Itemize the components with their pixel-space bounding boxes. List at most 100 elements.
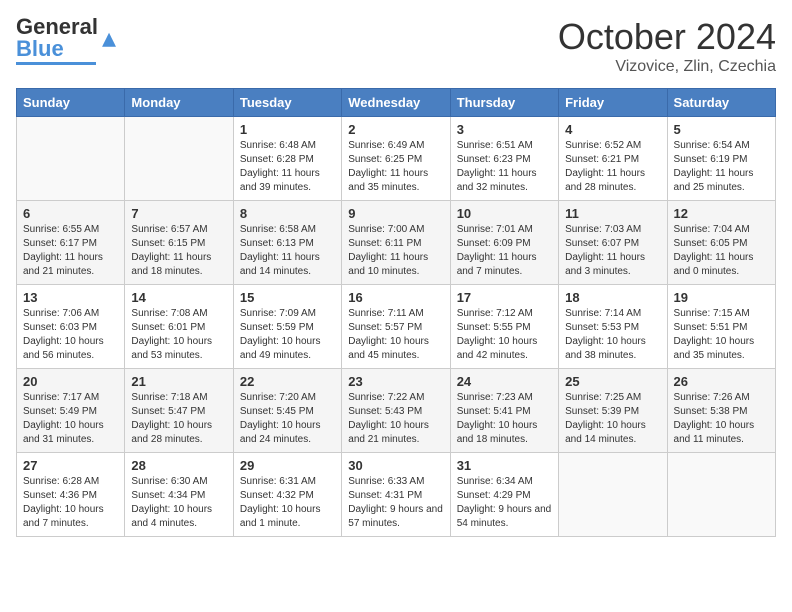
day-number: 18	[565, 290, 660, 305]
day-number: 2	[348, 122, 443, 137]
day-number: 11	[565, 206, 660, 221]
calendar-cell: 19Sunrise: 7:15 AMSunset: 5:51 PMDayligh…	[667, 285, 775, 369]
calendar-cell: 8 Sunrise: 6:58 AMSunset: 6:13 PMDaylight…	[233, 201, 341, 285]
day-number: 1	[240, 122, 335, 137]
day-info: Sunrise: 7:26 AMSunset: 5:38 PMDaylight:…	[674, 391, 769, 447]
calendar-cell: 18 Sunrise: 7:14 AMSunset: 5:53 PMDayligh…	[559, 285, 667, 369]
day-number: 16	[348, 290, 443, 305]
day-info: Sunrise: 6:33 AMSunset: 4:31 PMDaylight:…	[348, 475, 443, 531]
day-info: Sunrise: 7:08 AMSunset: 6:01 PMDaylight:…	[131, 307, 226, 363]
title-area: October 2024 Vizovice, Zlin, Czechia	[558, 16, 776, 76]
logo-underline	[16, 62, 96, 65]
day-info: Sunrise: 6:55 AMSunset: 6:17 PMDaylight:…	[23, 223, 118, 279]
calendar-cell: 29 Sunrise: 6:31 AMSunset: 4:32 PMDayligh…	[233, 453, 341, 537]
calendar-cell: 4 Sunrise: 6:52 AMSunset: 6:21 PMDaylight…	[559, 117, 667, 201]
day-number: 28	[131, 458, 226, 473]
col-saturday: Saturday	[667, 89, 775, 117]
day-number: 8	[240, 206, 335, 221]
day-info: Sunrise: 7:23 AMSunset: 5:41 PMDaylight:…	[457, 391, 552, 447]
calendar-cell	[667, 453, 775, 537]
day-number: 9	[348, 206, 443, 221]
day-info: Sunrise: 7:01 AMSunset: 6:09 PMDaylight:…	[457, 223, 552, 279]
day-info: Sunrise: 7:06 AMSunset: 6:03 PMDaylight:…	[23, 307, 118, 363]
calendar-title: October 2024	[558, 16, 776, 58]
calendar-cell: 7Sunrise: 6:57 AMSunset: 6:15 PMDaylight…	[125, 201, 233, 285]
day-number: 14	[131, 290, 226, 305]
day-info: Sunrise: 6:48 AMSunset: 6:28 PMDaylight:…	[240, 139, 335, 195]
day-number: 17	[457, 290, 552, 305]
calendar-cell	[559, 453, 667, 537]
col-monday: Monday	[125, 89, 233, 117]
day-info: Sunrise: 7:14 AMSunset: 5:53 PMDaylight:…	[565, 307, 660, 363]
day-info: Sunrise: 6:31 AMSunset: 4:32 PMDaylight:…	[240, 475, 335, 531]
day-info: Sunrise: 7:04 AMSunset: 6:05 PMDaylight:…	[674, 223, 769, 279]
day-number: 27	[23, 458, 118, 473]
calendar-cell: 30Sunrise: 6:33 AMSunset: 4:31 PMDayligh…	[342, 453, 450, 537]
calendar-cell: 17 Sunrise: 7:12 AMSunset: 5:55 PMDayligh…	[450, 285, 558, 369]
calendar-cell: 11 Sunrise: 7:03 AMSunset: 6:07 PMDayligh…	[559, 201, 667, 285]
calendar-cell: 15 Sunrise: 7:09 AMSunset: 5:59 PMDayligh…	[233, 285, 341, 369]
day-info: Sunrise: 7:03 AMSunset: 6:07 PMDaylight:…	[565, 223, 660, 279]
calendar-cell: 20Sunrise: 7:17 AMSunset: 5:49 PMDayligh…	[17, 369, 125, 453]
day-info: Sunrise: 6:30 AMSunset: 4:34 PMDaylight:…	[131, 475, 226, 531]
calendar-cell: 13Sunrise: 7:06 AMSunset: 6:03 PMDayligh…	[17, 285, 125, 369]
calendar-cell	[17, 117, 125, 201]
day-number: 31	[457, 458, 552, 473]
day-number: 29	[240, 458, 335, 473]
day-info: Sunrise: 6:28 AMSunset: 4:36 PMDaylight:…	[23, 475, 118, 531]
col-wednesday: Wednesday	[342, 89, 450, 117]
calendar-cell: 31 Sunrise: 6:34 AMSunset: 4:29 PMDayligh…	[450, 453, 558, 537]
calendar-cell	[125, 117, 233, 201]
col-sunday: Sunday	[17, 89, 125, 117]
calendar-cell: 28 Sunrise: 6:30 AMSunset: 4:34 PMDayligh…	[125, 453, 233, 537]
calendar-cell: 1 Sunrise: 6:48 AMSunset: 6:28 PMDaylight…	[233, 117, 341, 201]
day-number: 3	[457, 122, 552, 137]
day-info: Sunrise: 7:18 AMSunset: 5:47 PMDaylight:…	[131, 391, 226, 447]
day-info: Sunrise: 7:09 AMSunset: 5:59 PMDaylight:…	[240, 307, 335, 363]
calendar-cell: 22 Sunrise: 7:20 AMSunset: 5:45 PMDayligh…	[233, 369, 341, 453]
calendar-cell: 5Sunrise: 6:54 AMSunset: 6:19 PMDaylight…	[667, 117, 775, 201]
calendar-cell: 24 Sunrise: 7:23 AMSunset: 5:41 PMDayligh…	[450, 369, 558, 453]
calendar-cell: 21Sunrise: 7:18 AMSunset: 5:47 PMDayligh…	[125, 369, 233, 453]
day-info: Sunrise: 7:20 AMSunset: 5:45 PMDaylight:…	[240, 391, 335, 447]
calendar-cell: 14 Sunrise: 7:08 AMSunset: 6:01 PMDayligh…	[125, 285, 233, 369]
calendar-subtitle: Vizovice, Zlin, Czechia	[558, 58, 776, 76]
day-number: 5	[674, 122, 769, 137]
page-header: General Blue ▴ October 2024 Vizovice, Zl…	[16, 16, 776, 76]
calendar-week-1: 1 Sunrise: 6:48 AMSunset: 6:28 PMDaylight…	[17, 117, 776, 201]
day-info: Sunrise: 6:58 AMSunset: 6:13 PMDaylight:…	[240, 223, 335, 279]
col-tuesday: Tuesday	[233, 89, 341, 117]
day-number: 22	[240, 374, 335, 389]
day-info: Sunrise: 7:25 AMSunset: 5:39 PMDaylight:…	[565, 391, 660, 447]
day-info: Sunrise: 7:22 AMSunset: 5:43 PMDaylight:…	[348, 391, 443, 447]
calendar-week-2: 6Sunrise: 6:55 AMSunset: 6:17 PMDaylight…	[17, 201, 776, 285]
day-info: Sunrise: 7:15 AMSunset: 5:51 PMDaylight:…	[674, 307, 769, 363]
day-info: Sunrise: 6:52 AMSunset: 6:21 PMDaylight:…	[565, 139, 660, 195]
day-info: Sunrise: 7:11 AMSunset: 5:57 PMDaylight:…	[348, 307, 443, 363]
col-thursday: Thursday	[450, 89, 558, 117]
calendar-table: Sunday Monday Tuesday Wednesday Thursday…	[16, 88, 776, 537]
calendar-cell: 2 Sunrise: 6:49 AMSunset: 6:25 PMDaylight…	[342, 117, 450, 201]
day-info: Sunrise: 6:49 AMSunset: 6:25 PMDaylight:…	[348, 139, 443, 195]
logo-bird-icon: ▴	[102, 24, 116, 52]
day-number: 25	[565, 374, 660, 389]
logo-blue: Blue	[16, 38, 98, 60]
day-number: 4	[565, 122, 660, 137]
calendar-cell: 6Sunrise: 6:55 AMSunset: 6:17 PMDaylight…	[17, 201, 125, 285]
day-info: Sunrise: 7:12 AMSunset: 5:55 PMDaylight:…	[457, 307, 552, 363]
calendar-cell: 23Sunrise: 7:22 AMSunset: 5:43 PMDayligh…	[342, 369, 450, 453]
header-row: Sunday Monday Tuesday Wednesday Thursday…	[17, 89, 776, 117]
calendar-cell: 26 Sunrise: 7:26 AMSunset: 5:38 PMDayligh…	[667, 369, 775, 453]
day-info: Sunrise: 6:34 AMSunset: 4:29 PMDaylight:…	[457, 475, 552, 531]
day-info: Sunrise: 6:57 AMSunset: 6:15 PMDaylight:…	[131, 223, 226, 279]
day-number: 24	[457, 374, 552, 389]
day-number: 15	[240, 290, 335, 305]
calendar-week-3: 13Sunrise: 7:06 AMSunset: 6:03 PMDayligh…	[17, 285, 776, 369]
day-number: 20	[23, 374, 118, 389]
day-info: Sunrise: 6:51 AMSunset: 6:23 PMDaylight:…	[457, 139, 552, 195]
calendar-week-4: 20Sunrise: 7:17 AMSunset: 5:49 PMDayligh…	[17, 369, 776, 453]
calendar-cell: 16 Sunrise: 7:11 AMSunset: 5:57 PMDayligh…	[342, 285, 450, 369]
day-info: Sunrise: 7:00 AMSunset: 6:11 PMDaylight:…	[348, 223, 443, 279]
day-number: 26	[674, 374, 769, 389]
logo-general: General	[16, 16, 98, 38]
